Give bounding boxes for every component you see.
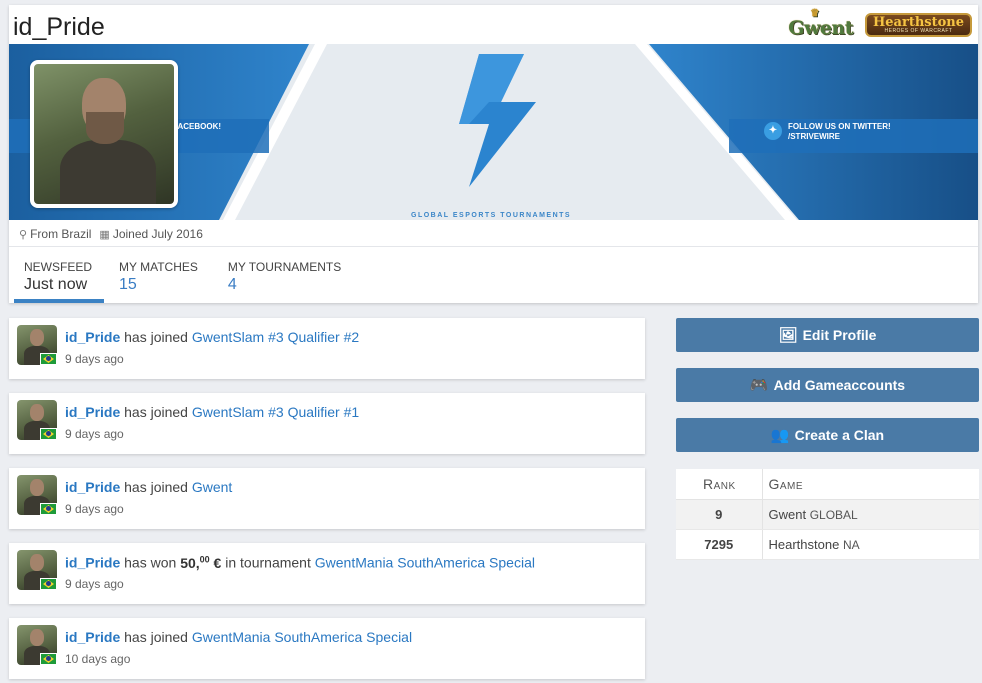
feed-text: id_Pride has won 50,00 € in tournament G… — [65, 554, 535, 571]
rank-value: 9 — [676, 499, 763, 530]
profile-username: id_Pride — [13, 13, 105, 41]
profile-avatar[interactable] — [30, 60, 178, 208]
tab-my-matches-count: 15 — [119, 276, 137, 293]
game-cell: Gwent GLOBAL — [762, 499, 979, 530]
profile-meta: ⚲ From Brazil ▦ Joined July 2016 — [19, 227, 203, 241]
users-icon: 👥 — [770, 427, 790, 444]
feed-verb: has joined — [124, 629, 188, 645]
meta-divider — [9, 246, 978, 247]
feed-user-link[interactable]: id_Pride — [65, 329, 120, 345]
twitter-icon: ✦ — [764, 122, 782, 140]
tab-my-matches-label: MY MATCHES — [119, 260, 198, 274]
feed-tournament-link[interactable]: GwentSlam #3 Qualifier #2 — [192, 329, 359, 345]
feed-user-link[interactable]: id_Pride — [65, 404, 120, 420]
brazil-flag-icon — [40, 653, 57, 665]
feed-item: id_Pride has joined Gwent 9 days ago — [9, 468, 645, 529]
create-clan-button[interactable]: 👥 Create a Clan — [676, 418, 979, 452]
rank-table-header: Rank Game — [676, 469, 979, 500]
brazil-flag-icon — [40, 503, 57, 515]
rank-table: Rank Game 9 Gwent GLOBAL 7295 Hearthston… — [676, 469, 979, 560]
game-name: Gwent — [768, 506, 807, 522]
crown-icon: ♛ — [810, 8, 819, 19]
feed-game-link[interactable]: Gwent — [192, 479, 232, 495]
edit-profile-label: Edit Profile — [802, 327, 877, 343]
feed-verb: has joined — [124, 329, 188, 345]
feed-item: id_Pride has joined GwentSlam #3 Qualifi… — [9, 393, 645, 454]
rank-row: 9 Gwent GLOBAL — [676, 499, 979, 530]
avatar-figure-body — [60, 140, 156, 204]
game-name: Hearthstone — [768, 536, 840, 552]
location: ⚲ From Brazil — [19, 227, 91, 241]
tab-newsfeed[interactable]: NEWSFEED Just now — [9, 260, 104, 303]
feed-verb: has won — [124, 554, 177, 571]
feed-item: id_Pride has joined GwentSlam #3 Qualifi… — [9, 318, 645, 379]
brazil-flag-icon — [40, 353, 57, 365]
game-logos: ♛ Gwent Hearthstone HEROES OF WARCRAFT — [788, 8, 972, 39]
feed-timestamp: 9 days ago — [65, 502, 124, 516]
feed-timestamp: 9 days ago — [65, 427, 124, 441]
game-column-header: Game — [762, 469, 979, 500]
feed-timestamp: 10 days ago — [65, 652, 131, 666]
game-region: GLOBAL — [809, 507, 858, 522]
location-text: From Brazil — [30, 227, 92, 241]
add-gameaccounts-label: Add Gameaccounts — [773, 377, 906, 393]
brazil-flag-icon — [40, 428, 57, 440]
feed-text: id_Pride has joined GwentMania SouthAmer… — [65, 629, 412, 645]
gamepad-icon: 🎮 — [749, 377, 769, 394]
brazil-flag-icon — [40, 578, 57, 590]
feed-timestamp: 9 days ago — [65, 577, 124, 591]
hearthstone-logo[interactable]: Hearthstone HEROES OF WARCRAFT — [865, 13, 972, 37]
profile-card: id_Pride ♛ Gwent Hearthstone HEROES OF W… — [9, 5, 978, 303]
feed-text: id_Pride has joined GwentSlam #3 Qualifi… — [65, 329, 359, 345]
feed-suffix: in tournament — [225, 554, 311, 571]
feed-text: id_Pride has joined GwentSlam #3 Qualifi… — [65, 404, 359, 420]
rank-column-header: Rank — [676, 469, 763, 500]
gwent-logo[interactable]: ♛ Gwent — [788, 8, 853, 39]
feed-timestamp: 9 days ago — [65, 352, 124, 366]
feed-user-link[interactable]: id_Pride — [65, 479, 120, 495]
banner-twitter-callout[interactable]: ✦ FOLLOW US ON TWITTER! /STRIVEWIRE — [764, 122, 891, 142]
tab-my-tournaments-count: 4 — [227, 276, 237, 293]
tab-my-matches[interactable]: MY MATCHES 15 — [104, 260, 213, 303]
joined-text: Joined July 2016 — [112, 227, 203, 241]
gwent-logo-text: Gwent — [788, 17, 853, 39]
banner-twitter-handle: /STRIVEWIRE — [788, 132, 841, 141]
prize-currency: € — [209, 554, 222, 571]
profile-tabs: NEWSFEED Just now MY MATCHES 15 MY TOURN… — [9, 260, 356, 303]
prize-amount: 50,00 € — [180, 554, 222, 571]
rank-value: 7295 — [676, 529, 763, 560]
feed-item: id_Pride has joined GwentMania SouthAmer… — [9, 618, 645, 679]
game-cell: Hearthstone NA — [762, 529, 979, 560]
add-gameaccounts-button[interactable]: 🎮 Add Gameaccounts — [676, 368, 979, 402]
feed-user-link[interactable]: id_Pride — [65, 629, 120, 645]
feed-verb: has joined — [124, 479, 188, 495]
joined-date: ▦ Joined July 2016 — [99, 227, 202, 241]
game-region: NA — [842, 537, 860, 552]
tab-newsfeed-value: Just now — [24, 276, 88, 293]
rank-row: 7295 Hearthstone NA — [676, 529, 979, 560]
banner-footer-text: GLOBAL ESPORTS TOURNAMENTS — [411, 212, 572, 219]
prize-amount-main: 50, — [180, 554, 200, 571]
map-marker-icon: ⚲ — [19, 229, 28, 241]
image-icon: 🖼 — [778, 327, 798, 344]
feed-tournament-link[interactable]: GwentMania SouthAmerica Special — [192, 629, 412, 645]
tab-my-tournaments-label: MY TOURNAMENTS — [227, 260, 342, 274]
prize-amount-cents: 00 — [199, 554, 210, 564]
create-clan-label: Create a Clan — [794, 427, 885, 443]
feed-text: id_Pride has joined Gwent — [65, 479, 232, 495]
hearthstone-logo-tagline: HEROES OF WARCRAFT — [884, 28, 953, 34]
feed-user-link[interactable]: id_Pride — [65, 555, 120, 571]
tab-newsfeed-label: NEWSFEED — [24, 260, 93, 274]
tab-my-tournaments[interactable]: MY TOURNAMENTS 4 — [213, 260, 356, 303]
banner-twitter-text: FOLLOW US ON TWITTER! — [788, 122, 891, 131]
feed-verb: has joined — [124, 404, 188, 420]
calendar-icon: ▦ — [99, 229, 110, 241]
edit-profile-button[interactable]: 🖼 Edit Profile — [676, 318, 979, 352]
avatar-figure-beard — [86, 112, 124, 144]
feed-item: id_Pride has won 50,00 € in tournament G… — [9, 543, 645, 604]
feed-tournament-link[interactable]: GwentSlam #3 Qualifier #1 — [192, 404, 359, 420]
feed-tournament-link[interactable]: GwentMania SouthAmerica Special — [315, 555, 535, 571]
